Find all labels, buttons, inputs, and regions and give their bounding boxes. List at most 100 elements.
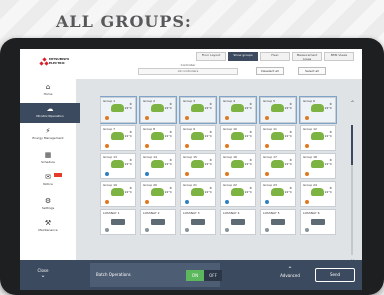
sidebar-item-label: Schedule [41,160,55,164]
close-button[interactable]: Close ⌄ [32,268,54,279]
group-tile[interactable]: LOSSNAY 2 [140,209,176,235]
sidebar-item-notice[interactable]: ✉ Notice [20,171,76,191]
fan-icon: ✻ [169,186,172,190]
ventilator-icon [111,219,125,225]
heat-mode-icon [265,172,269,176]
group-tile[interactable]: Group 10 22°C ✻ [220,125,256,151]
group-temperature: 22°C [124,190,132,194]
advanced-button[interactable]: ⌃ Advanced [276,266,304,278]
group-name: Group 10 [223,127,237,131]
tab-show-groups[interactable]: Show groups [228,52,258,61]
group-tile[interactable]: LOSSNAY 1 [100,209,136,235]
group-name: LOSSNAY 5 [263,211,280,215]
logo-diamonds-icon [39,57,49,66]
sidebar-item-schedule[interactable]: ▦ Schedule [20,149,76,169]
group-tile[interactable]: Group 22 22°C ✻ [220,181,256,207]
group-tile[interactable]: Group 11 22°C ✻ [260,125,296,151]
group-tile[interactable]: LOSSNAY 4 [220,209,256,235]
group-tile[interactable]: LOSSNAY 6 [300,209,336,235]
group-temperature: 22°C [204,134,212,138]
sidebar-item-energy[interactable]: ⚡ Energy Management [20,125,76,145]
deselect-all-button[interactable]: Deselect all [256,67,284,75]
fan-icon: ✻ [329,186,332,190]
heat-mode-icon [265,144,269,148]
group-tile[interactable]: LOSSNAY 5 [260,209,296,235]
group-tile[interactable]: Group 20 22°C ✻ [140,181,176,207]
group-tile[interactable]: Group 14 22°C ✻ [140,153,176,179]
notice-icon: ✉ [45,173,51,181]
group-name: Group 22 [223,183,237,187]
on-off-toggle[interactable]: ON OFF [186,270,222,281]
tab-bms-views[interactable]: BMS Views [324,52,354,61]
fan-icon: ✻ [289,186,292,190]
fan-icon: ✻ [249,102,252,106]
group-tile[interactable]: Group 23 22°C ✻ [260,181,296,207]
sidebar-item-home[interactable]: ⌂ Home [20,81,76,101]
group-tile[interactable]: Group 6 22°C ✻ [299,96,337,124]
group-tile[interactable]: Group 13 22°C ✻ [100,153,136,179]
fan-icon: ✻ [289,102,292,106]
fan-icon: ✻ [209,102,212,106]
indoor-unit-icon [151,188,164,196]
group-tile[interactable]: Group 2 22°C ✻ [139,96,177,124]
sidebar-item-label: Maintenance [38,228,58,232]
heat-mode-icon [185,144,189,148]
page-heading: ALL GROUPS: [56,12,192,31]
indoor-unit-icon [311,188,324,196]
sidebar-item-settings[interactable]: ⚙ Settings [20,195,76,215]
group-name: Group 24 [303,183,317,187]
heat-mode-icon [105,144,109,148]
fan-icon: ✻ [289,158,292,162]
group-tile[interactable]: Group 3 22°C ✻ [179,96,217,124]
group-tile[interactable]: Group 12 22°C ✻ [300,125,336,151]
group-name: Group 6 [303,99,315,103]
tab-hvac[interactable]: Hvac [260,52,290,61]
scroll-up-icon[interactable]: ⌃ [350,101,355,107]
group-tile[interactable]: Group 8 22°C ✻ [140,125,176,151]
sidebar-item-label: Notice [43,182,53,186]
group-tile[interactable]: Group 5 22°C ✻ [259,96,297,124]
group-tile[interactable]: Group 17 22°C ✻ [260,153,296,179]
group-tile[interactable]: Group 1 22°C ✻ [100,96,137,124]
sidebar-item-maintenance[interactable]: ⚒ Maintenance [20,217,76,237]
heat-mode-icon [265,116,269,120]
group-grid: Group 1 22°C ✻ Group 2 22°C ✻ Group 3 22°C ✻ Grou… [100,95,350,253]
sidebar-item-monitor[interactable]: ☁ Monitor/Operation [20,103,80,123]
group-name: Group 12 [303,127,317,131]
group-temperature: 22°C [284,134,292,138]
group-tile[interactable]: Group 7 22°C ✻ [100,125,136,151]
group-tile[interactable]: Group 16 22°C ✻ [220,153,256,179]
tab-floor-layout[interactable]: Floor Layout [196,52,226,61]
indoor-unit-icon [191,160,204,168]
controller-select[interactable]: Controller All controllers [138,63,238,75]
group-tile[interactable]: Group 15 22°C ✻ [180,153,216,179]
group-tile[interactable]: Group 18 22°C ✻ [300,153,336,179]
on-button[interactable]: ON [186,270,204,281]
group-tile[interactable]: Group 4 22°C ✻ [219,96,257,124]
select-all-button[interactable]: Select all [298,67,326,75]
scroll-track[interactable] [351,125,353,255]
group-tile[interactable]: Group 19 22°C ✻ [100,181,136,207]
group-name: LOSSNAY 6 [303,211,320,215]
controller-value[interactable]: All controllers [138,68,238,75]
group-temperature: 22°C [244,134,252,138]
fan-icon: ✻ [129,130,132,134]
cool-mode-icon [145,228,149,232]
sidebar-item-label: Monitor/Operation [36,114,64,118]
group-tile[interactable]: Group 24 22°C ✻ [300,181,336,207]
group-name: Group 8 [143,127,155,131]
scroll-thumb[interactable] [351,125,353,165]
off-button[interactable]: OFF [204,270,222,281]
gear-icon: ⚙ [44,197,52,205]
group-temperature: 22°C [124,162,132,166]
top-tabs: Floor Layout Show groups Hvac Measuremen… [196,52,354,61]
group-temperature: 22°C [124,134,132,138]
group-tile[interactable]: LOSSNAY 3 [180,209,216,235]
heat-mode-icon [225,116,229,120]
tab-measurement-areas[interactable]: Measurement Areas [292,52,322,61]
maintenance-icon: ⚒ [44,219,52,227]
group-tile[interactable]: Group 21 22°C ✻ [180,181,216,207]
group-tile[interactable]: Group 9 22°C ✻ [180,125,216,151]
send-button[interactable]: Send [315,268,355,282]
grid-scrollbar[interactable]: ⌃ ⌄ [350,101,355,263]
